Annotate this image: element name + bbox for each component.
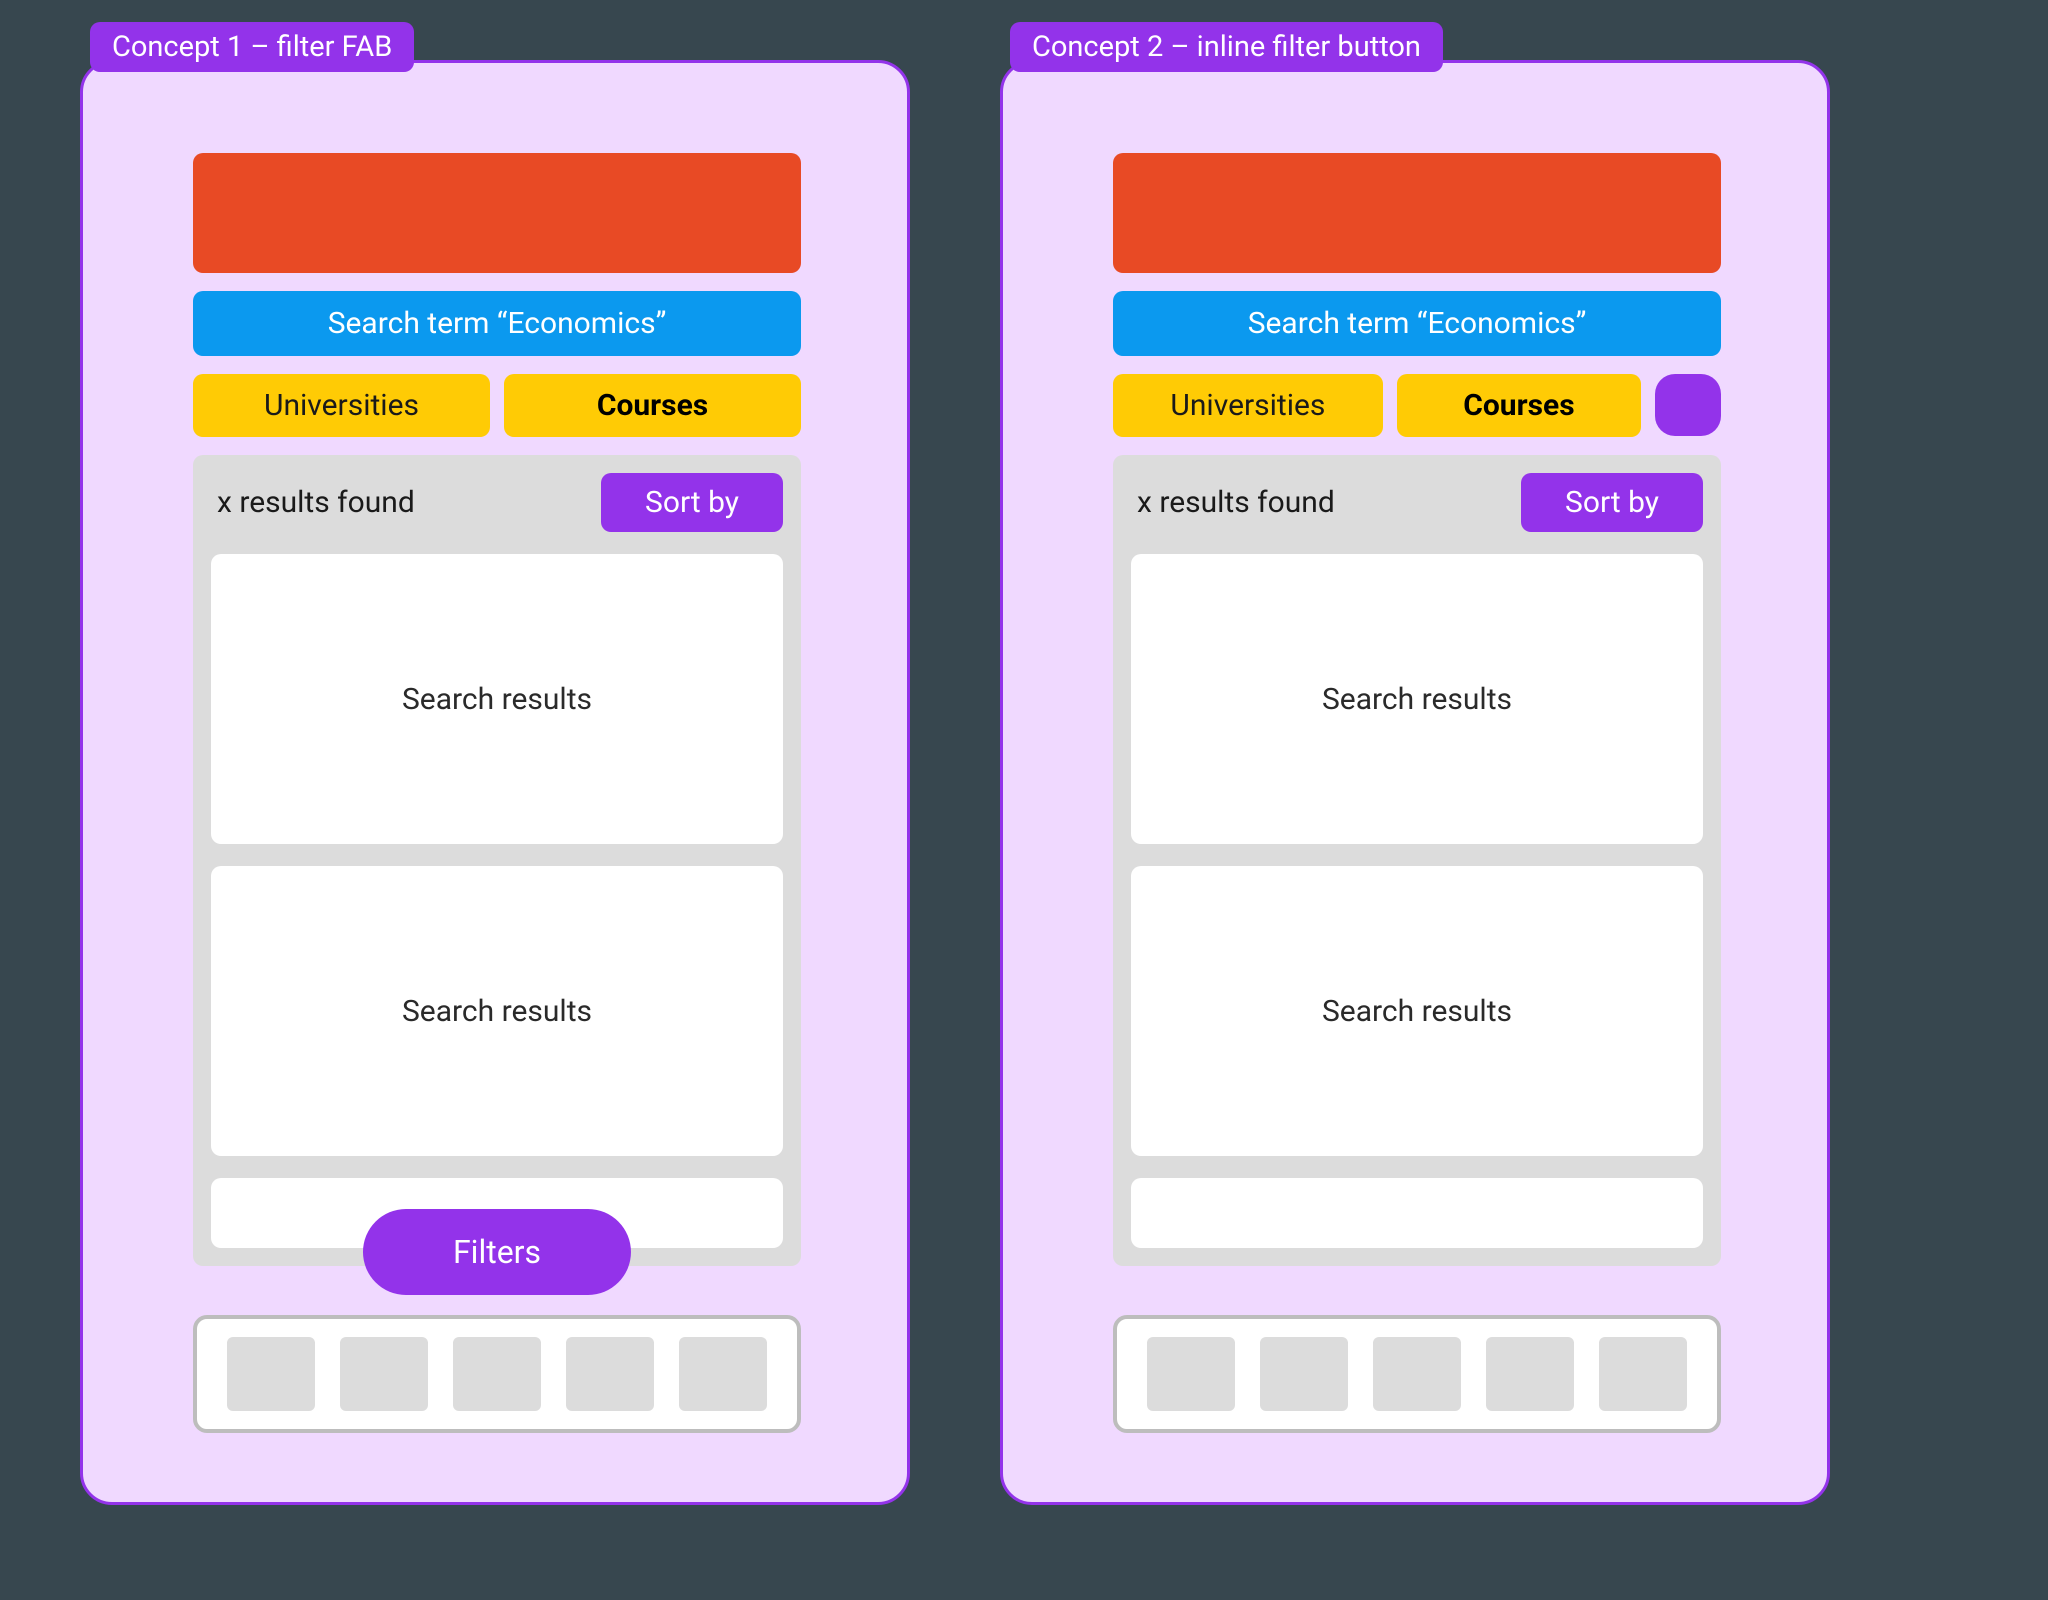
nav-item[interactable]	[679, 1337, 767, 1411]
nav-item[interactable]	[1147, 1337, 1235, 1411]
nav-item[interactable]	[227, 1337, 315, 1411]
device-frame: Search term “Economics” Universities Cou…	[1000, 60, 1830, 1505]
phone-screen: Search term “Economics” Universities Cou…	[193, 153, 801, 1433]
concept-2: Concept 2 – inline filter button Search …	[1000, 30, 1830, 1600]
results-header: x results found Sort by	[1131, 473, 1703, 532]
results-count: x results found	[1131, 485, 1335, 520]
inline-filter-button[interactable]	[1655, 374, 1721, 436]
nav-item[interactable]	[1486, 1337, 1574, 1411]
tabs-row: Universities Courses	[193, 374, 801, 437]
tab-courses[interactable]: Courses	[504, 374, 801, 437]
nav-item[interactable]	[453, 1337, 541, 1411]
filters-fab[interactable]: Filters	[363, 1209, 631, 1295]
sort-button[interactable]: Sort by	[1521, 473, 1703, 532]
result-card[interactable]: Search results	[211, 866, 783, 1156]
results-count: x results found	[211, 485, 415, 520]
tabs-row: Universities Courses	[1113, 374, 1721, 437]
result-card[interactable]: Search results	[211, 554, 783, 844]
top-banner	[1113, 153, 1721, 273]
nav-item[interactable]	[1599, 1337, 1687, 1411]
nav-item[interactable]	[566, 1337, 654, 1411]
results-header: x results found Sort by	[211, 473, 783, 532]
tab-courses[interactable]: Courses	[1397, 374, 1641, 437]
search-bar[interactable]: Search term “Economics”	[193, 291, 801, 356]
nav-item[interactable]	[1373, 1337, 1461, 1411]
result-card[interactable]	[1131, 1178, 1703, 1248]
bottom-nav	[193, 1315, 801, 1433]
search-bar[interactable]: Search term “Economics”	[1113, 291, 1721, 356]
nav-item[interactable]	[1260, 1337, 1348, 1411]
concept-label: Concept 1 – filter FAB	[90, 22, 414, 72]
top-banner	[193, 153, 801, 273]
tab-universities[interactable]: Universities	[193, 374, 490, 437]
concept-1: Concept 1 – filter FAB Search term “Econ…	[80, 30, 910, 1600]
bottom-nav	[1113, 1315, 1721, 1433]
tab-universities[interactable]: Universities	[1113, 374, 1383, 437]
results-area: x results found Sort by Search results S…	[1113, 455, 1721, 1266]
result-card[interactable]: Search results	[1131, 554, 1703, 844]
results-area: x results found Sort by Search results S…	[193, 455, 801, 1266]
nav-item[interactable]	[340, 1337, 428, 1411]
device-frame: Search term “Economics” Universities Cou…	[80, 60, 910, 1505]
sort-button[interactable]: Sort by	[601, 473, 783, 532]
concept-label: Concept 2 – inline filter button	[1010, 22, 1443, 72]
result-card[interactable]: Search results	[1131, 866, 1703, 1156]
phone-screen: Search term “Economics” Universities Cou…	[1113, 153, 1721, 1433]
